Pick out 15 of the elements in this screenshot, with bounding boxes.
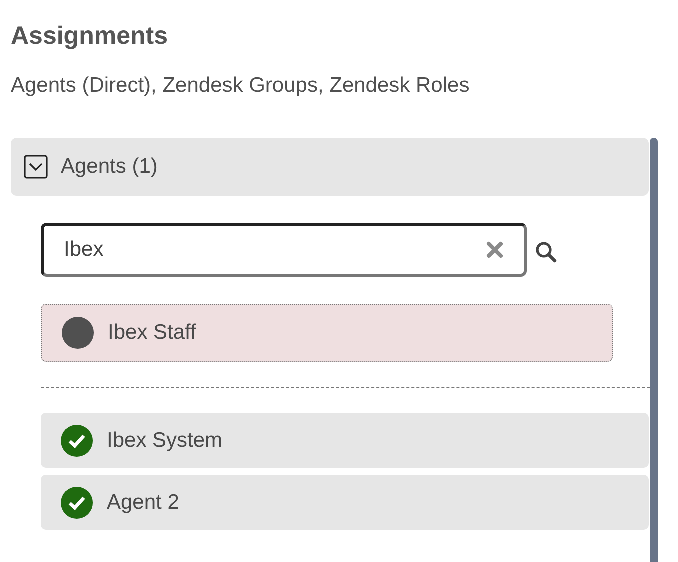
assignment-types: Agents (Direct), Zendesk Groups, Zendesk Roles: [11, 73, 471, 99]
accordion-label: Agents (1): [61, 155, 158, 179]
chevron-icon: [24, 155, 48, 179]
assigned-agent[interactable]: Agent 2: [41, 475, 649, 530]
clear-icon[interactable]: [486, 241, 504, 259]
search-result[interactable]: Ibex Staff: [41, 304, 613, 362]
accordion-header[interactable]: Agents (1): [11, 138, 649, 196]
result-name: Ibex Staff: [108, 321, 196, 345]
section-title: Assignments: [11, 21, 169, 52]
search-field[interactable]: Ibex: [41, 223, 527, 277]
assigned-agent[interactable]: Ibex System: [41, 413, 649, 468]
agent-name: Ibex System: [107, 428, 223, 452]
search-icon[interactable]: [535, 241, 557, 263]
scrollbar[interactable]: [650, 138, 658, 562]
agent-name: Agent 2: [107, 490, 180, 514]
